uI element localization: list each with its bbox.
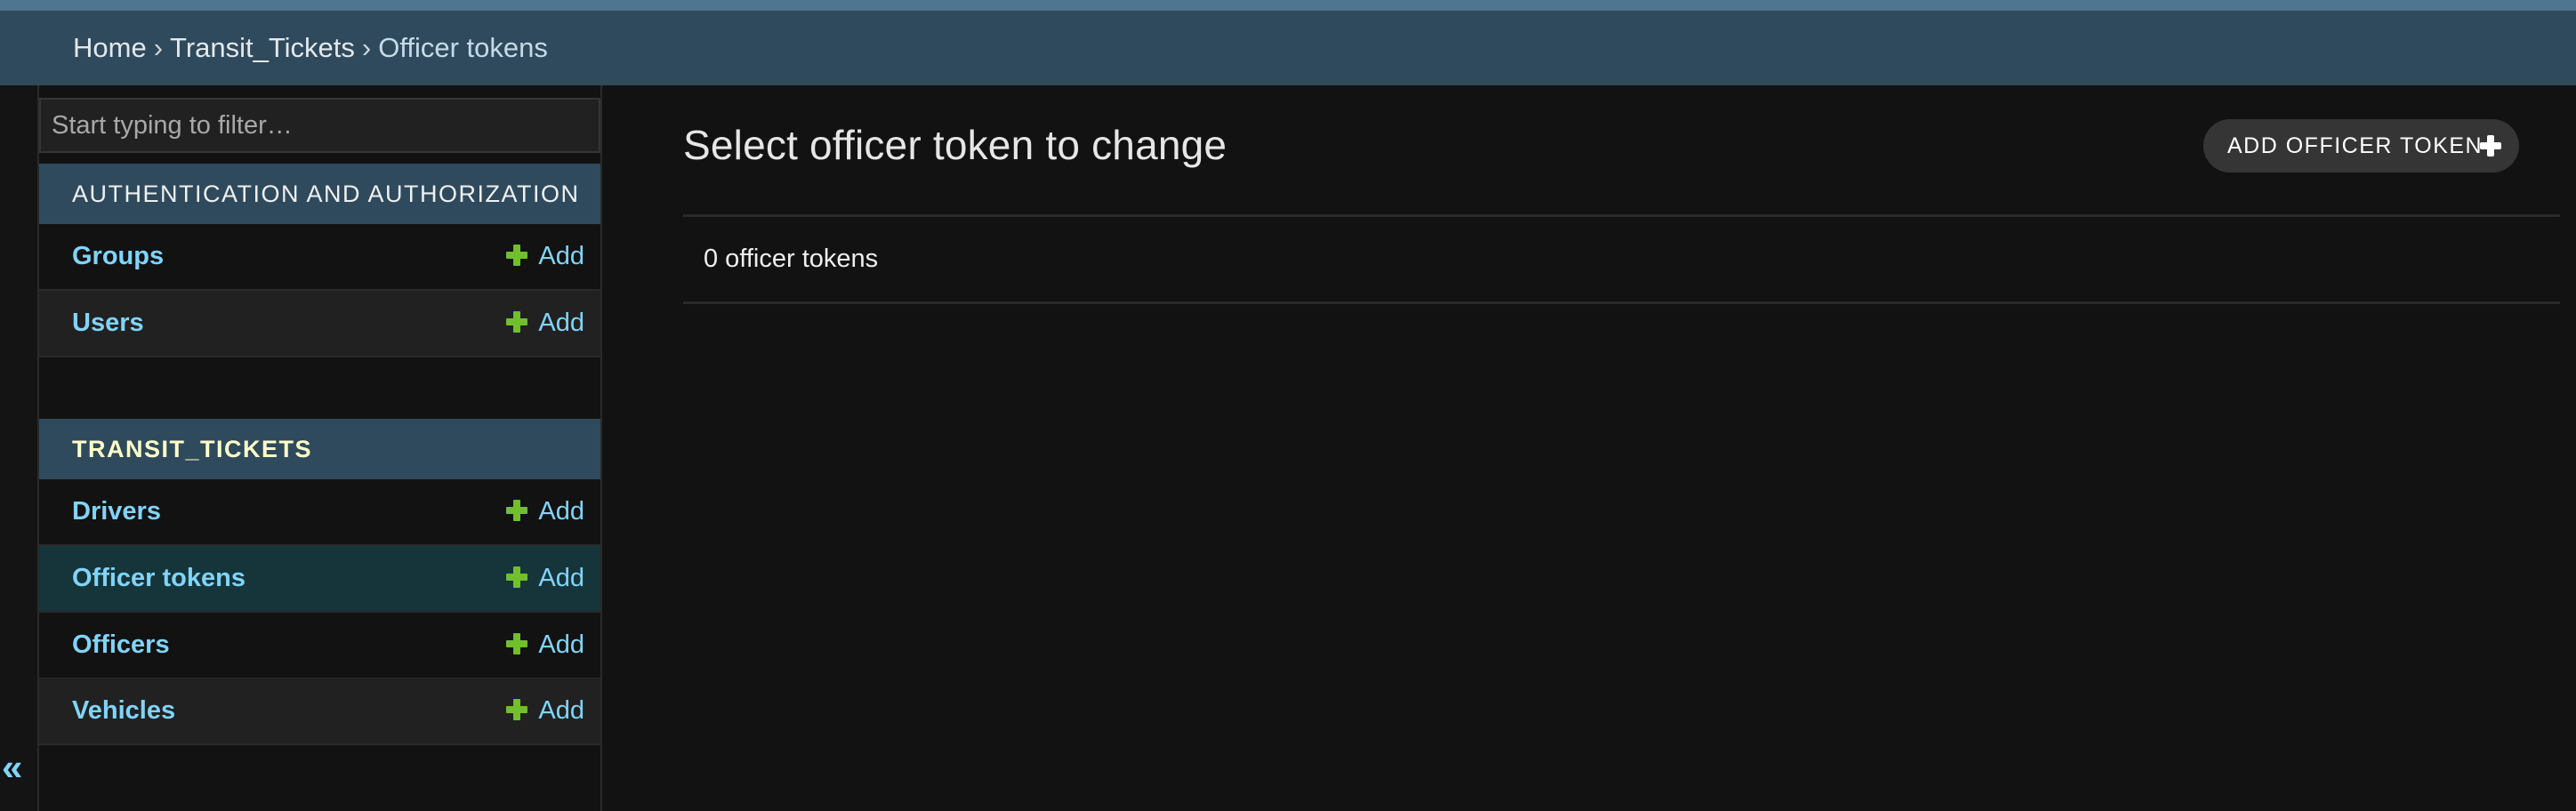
add-officers-link[interactable]: Add [506, 613, 584, 678]
model-link-groups[interactable]: Groups [72, 224, 164, 289]
add-officer-token-button[interactable]: ADD OFFICER TOKEN [2203, 119, 2519, 173]
divider [683, 214, 2560, 217]
add-label: Add [538, 564, 584, 592]
add-drivers-link[interactable]: Add [506, 479, 584, 544]
breadcrumb-separator: › [153, 32, 164, 63]
breadcrumb-transit-tickets[interactable]: Transit_Tickets [170, 32, 355, 63]
sidebar-gutter [0, 85, 37, 811]
plus-icon [506, 699, 528, 720]
add-label: Add [538, 630, 584, 659]
divider [683, 301, 2560, 304]
add-officer-tokens-link[interactable]: Add [506, 546, 584, 611]
add-vehicles-link[interactable]: Add [506, 679, 584, 743]
add-button-label: ADD OFFICER TOKEN [2227, 133, 2483, 158]
sidebar-item-groups: Groups Add [39, 224, 600, 291]
header-accent-strip [0, 0, 2576, 11]
breadcrumb-separator: › [361, 32, 372, 63]
breadcrumb: Home › Transit_Tickets › Officer tokens [73, 11, 548, 85]
add-label: Add [538, 242, 584, 270]
breadcrumb-current: Officer tokens [378, 32, 548, 63]
page-title: Select officer token to change [683, 122, 1228, 168]
module-header-auth[interactable]: AUTHENTICATION AND AUTHORIZATION [39, 164, 600, 224]
add-label: Add [538, 696, 584, 725]
model-link-officer-tokens[interactable]: Officer tokens [72, 546, 246, 611]
sidebar-item-vehicles: Vehicles Add [39, 679, 600, 745]
model-link-vehicles[interactable]: Vehicles [72, 679, 175, 743]
sidebar-item-users: Users Add [39, 291, 600, 357]
sidebar-item-drivers: Drivers Add [39, 479, 600, 546]
nav-filter-input[interactable] [39, 98, 600, 153]
sidebar-item-officer-tokens: Officer tokens Add [39, 546, 600, 613]
add-groups-link[interactable]: Add [506, 224, 584, 289]
plus-icon [506, 566, 528, 588]
content-main: Select officer token to change ADD OFFIC… [683, 85, 2560, 811]
module-header-transit-tickets[interactable]: TRANSIT_TICKETS [39, 419, 600, 479]
model-link-drivers[interactable]: Drivers [72, 479, 161, 544]
add-label: Add [538, 497, 584, 526]
add-users-link[interactable]: Add [506, 291, 584, 356]
plus-icon [506, 633, 528, 654]
plus-icon [2480, 135, 2501, 157]
add-label: Add [538, 309, 584, 337]
collapse-sidebar-icon[interactable]: « [2, 745, 32, 790]
sidebar-item-officers: Officers Add [39, 613, 600, 679]
plus-icon [506, 245, 528, 266]
plus-icon [506, 311, 528, 333]
plus-icon [506, 500, 528, 521]
header-bar: Home › Transit_Tickets › Officer tokens [0, 11, 2576, 85]
result-count: 0 officer tokens [704, 245, 879, 273]
model-link-officers[interactable]: Officers [72, 613, 170, 678]
sidebar-nav: AUTHENTICATION AND AUTHORIZATION Groups … [37, 85, 602, 811]
model-link-users[interactable]: Users [72, 291, 144, 356]
breadcrumb-home[interactable]: Home [73, 32, 147, 63]
